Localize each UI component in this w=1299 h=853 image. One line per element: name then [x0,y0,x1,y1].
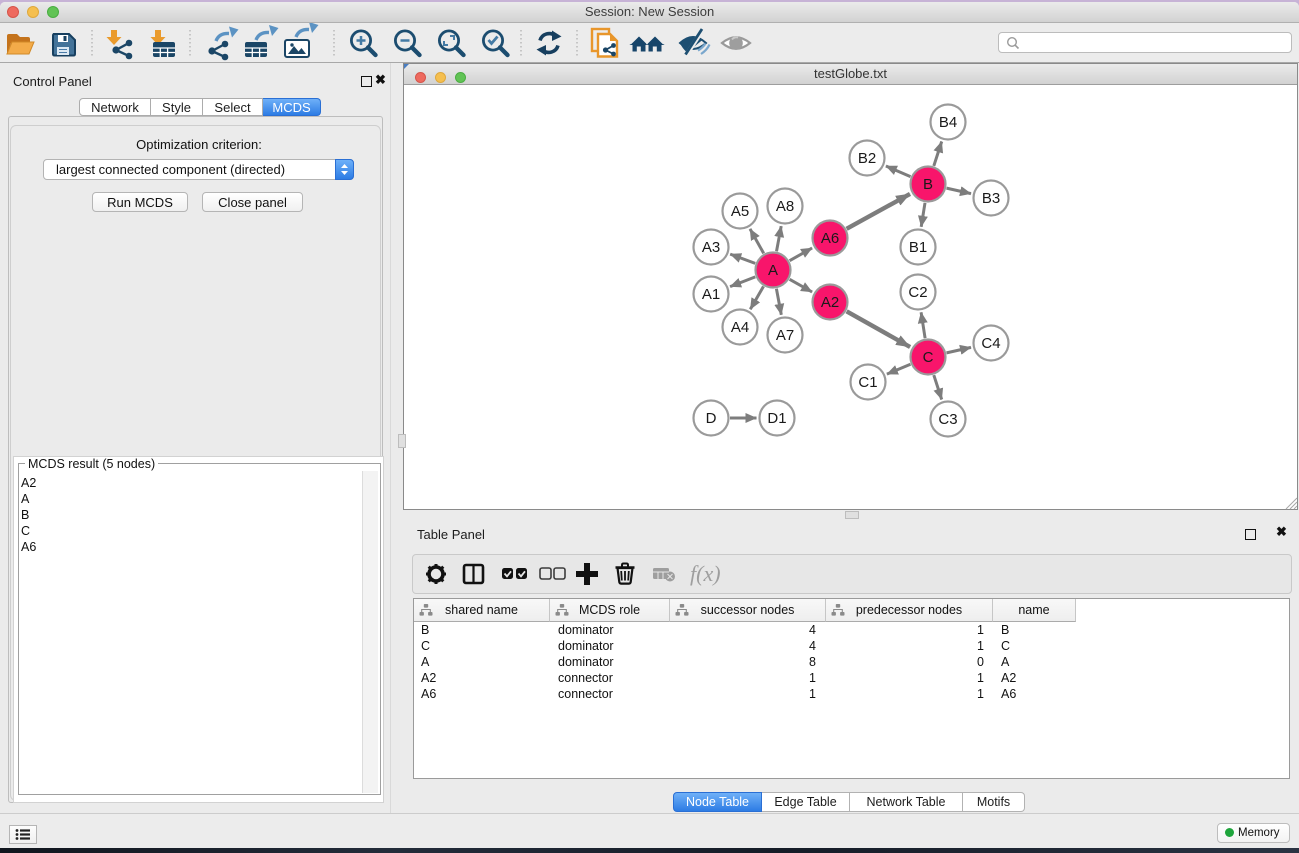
svg-text:C: C [923,349,934,366]
svg-text:B3: B3 [982,190,1000,207]
svg-text:A7: A7 [776,327,794,344]
svg-text:C2: C2 [908,284,927,301]
svg-text:D1: D1 [767,410,786,427]
svg-text:f(x): f(x) [690,561,721,586]
svg-text:B: B [923,176,933,193]
svg-text:A: A [768,262,778,279]
svg-text:C1: C1 [858,374,877,391]
svg-text:A1: A1 [702,286,720,303]
svg-text:A8: A8 [776,198,794,215]
svg-text:B4: B4 [939,114,957,131]
svg-text:D: D [706,410,717,427]
svg-text:C4: C4 [981,335,1000,352]
svg-text:A2: A2 [821,294,839,311]
svg-text:C3: C3 [938,411,957,428]
svg-text:B1: B1 [909,239,927,256]
svg-text:A6: A6 [821,230,839,247]
svg-text:A3: A3 [702,239,720,256]
svg-text:A5: A5 [731,203,749,220]
svg-text:B2: B2 [858,150,876,167]
svg-text:A4: A4 [731,319,749,336]
